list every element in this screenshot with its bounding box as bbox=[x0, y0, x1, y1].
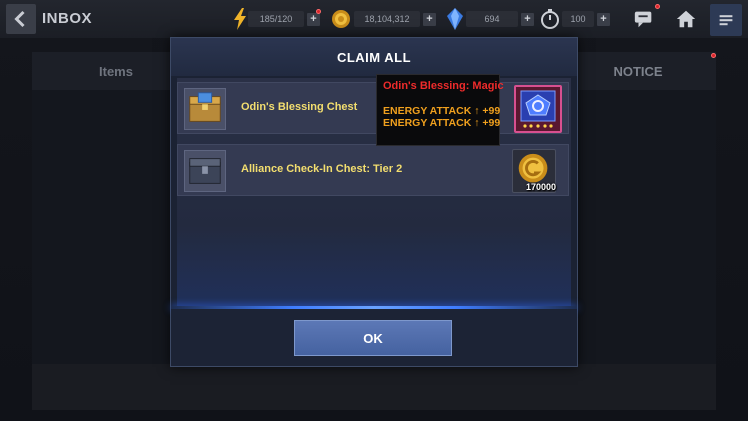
page-title: INBOX bbox=[42, 10, 93, 27]
notification-dot bbox=[711, 53, 716, 58]
lightning-icon bbox=[234, 8, 246, 30]
energy-value: 185/120 bbox=[248, 11, 304, 27]
alliance-chest-icon bbox=[184, 150, 226, 192]
chat-icon bbox=[634, 11, 652, 28]
gold-coin-icon: 170000 bbox=[512, 149, 556, 193]
home-button[interactable] bbox=[674, 7, 698, 31]
reward-item[interactable] bbox=[514, 85, 562, 133]
gold-plus-button[interactable]: + bbox=[423, 12, 436, 26]
blue-crystal-icon bbox=[447, 8, 463, 30]
notification-dot bbox=[655, 4, 660, 9]
chevron-left-icon bbox=[14, 10, 25, 28]
back-button[interactable] bbox=[6, 4, 36, 34]
odin-blessing-badge-icon bbox=[514, 85, 562, 133]
stamina-plus-button[interactable]: + bbox=[597, 12, 610, 26]
bottom-bar bbox=[32, 364, 716, 410]
stamina-value: 100 bbox=[562, 11, 594, 27]
timer-icon bbox=[541, 9, 559, 29]
menu-icon bbox=[719, 15, 733, 26]
energy-plus-button[interactable]: + bbox=[307, 12, 320, 26]
gold-resource: 18,104,312 + bbox=[354, 10, 436, 28]
blessing-chest-icon bbox=[184, 88, 226, 130]
home-icon bbox=[676, 10, 696, 28]
energy-resource: 185/120 + bbox=[248, 10, 320, 28]
stamina-resource: 100 + bbox=[562, 10, 610, 28]
tooltip-title: Odin's Blessing: Magic bbox=[383, 80, 504, 92]
claim-all-dialog: CLAIM ALL Odin's Blessing Chest Alliance… bbox=[170, 37, 578, 367]
reward-item[interactable]: 170000 bbox=[512, 149, 560, 197]
reward-row[interactable]: Alliance Check-In Chest: Tier 2 170000 bbox=[177, 144, 569, 196]
tooltip-stat: ENERGY ATTACK ↑ +99 bbox=[383, 117, 501, 129]
reward-amount: 170000 bbox=[525, 182, 556, 192]
gold-value: 18,104,312 bbox=[354, 11, 420, 27]
crystal-value: 694 bbox=[466, 11, 518, 27]
tab-notice[interactable]: NOTICE bbox=[560, 52, 716, 90]
reward-row-label: Alliance Check-In Chest: Tier 2 bbox=[241, 163, 403, 175]
reward-row[interactable]: Odin's Blessing Chest bbox=[177, 82, 569, 134]
gold-coin-icon bbox=[332, 10, 350, 28]
menu-button[interactable] bbox=[710, 4, 742, 36]
reward-row-label: Odin's Blessing Chest bbox=[241, 101, 358, 113]
crystal-plus-button[interactable]: + bbox=[521, 12, 534, 26]
ok-button[interactable]: OK bbox=[294, 320, 452, 356]
tooltip-stat: ENERGY ATTACK ↑ +99 bbox=[383, 105, 501, 117]
dialog-title: CLAIM ALL bbox=[171, 38, 577, 76]
top-bar: INBOX 185/120 + 18,104,312 + 694 + 100 + bbox=[0, 0, 748, 38]
item-tooltip: Odin's Blessing: Magic ENERGY ATTACK ↑ +… bbox=[376, 74, 504, 146]
crystal-resource: 694 + bbox=[466, 10, 534, 28]
notification-dot bbox=[316, 9, 321, 14]
chat-button[interactable] bbox=[632, 7, 656, 31]
